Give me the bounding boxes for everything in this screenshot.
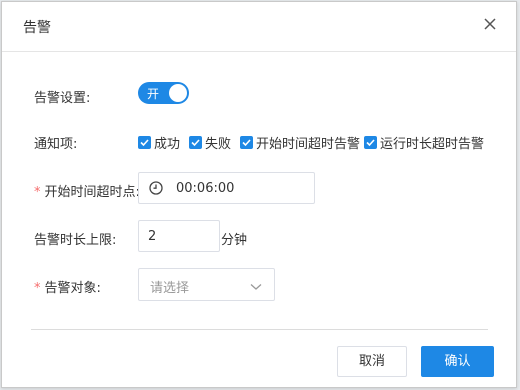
switch-knob <box>169 84 187 102</box>
notify-checkbox-success[interactable]: 成功 <box>138 133 180 152</box>
duration-limit-input[interactable] <box>148 221 214 251</box>
alarm-target-label-text: 告警对象: <box>44 281 101 296</box>
notify-option-label: 开始时间超时告警 <box>256 137 361 152</box>
required-mark: * <box>34 281 41 296</box>
start-timeout-label-text: 开始时间超时点: <box>44 185 140 200</box>
notify-checkbox-start-timeout[interactable]: 开始时间超时告警 <box>240 133 360 152</box>
cancel-button[interactable]: 取消 <box>337 346 407 377</box>
notify-label: 通知项: <box>34 137 78 152</box>
confirm-button[interactable]: 确认 <box>421 346 494 377</box>
notify-option-label: 失败 <box>205 137 232 152</box>
chevron-down-icon <box>250 280 262 295</box>
checkbox-checked-icon <box>240 136 253 149</box>
close-icon[interactable] <box>482 16 498 32</box>
required-mark: * <box>34 185 41 200</box>
dialog-header: 告警 <box>2 2 516 52</box>
notify-option-label: 运行时长超时告警 <box>380 137 485 152</box>
alarm-setting-label: 告警设置: <box>34 91 91 106</box>
checkbox-checked-icon <box>189 136 202 149</box>
start-timeout-input[interactable] <box>176 173 306 203</box>
clock-icon <box>149 181 163 199</box>
notify-checkbox-duration-timeout[interactable]: 运行时长超时告警 <box>364 133 484 152</box>
notify-checkbox-failure[interactable]: 失败 <box>189 133 231 152</box>
checkbox-checked-icon <box>138 136 151 149</box>
checkbox-checked-icon <box>364 136 377 149</box>
select-placeholder: 请选择 <box>150 281 190 296</box>
alarm-target-label: * 告警对象: <box>34 277 101 296</box>
alarm-target-select[interactable]: 请选择 <box>138 268 275 301</box>
duration-limit-input-box[interactable] <box>138 220 220 252</box>
notify-option-label: 成功 <box>154 137 181 152</box>
start-timeout-label: * 开始时间超时点: <box>34 181 140 200</box>
switch-text: 开 <box>147 87 160 101</box>
duration-unit: 分钟 <box>221 233 248 248</box>
dialog-title: 告警 <box>23 20 51 36</box>
alarm-dialog: 告警 告警设置: 开 通知项: 成功 失败 开始时间超时告警 运行时长超时告警 <box>1 1 517 388</box>
footer-divider <box>31 329 488 330</box>
start-timeout-time-picker[interactable] <box>138 172 315 204</box>
alarm-switch[interactable]: 开 <box>138 82 189 104</box>
duration-limit-label: 告警时长上限: <box>34 233 117 248</box>
